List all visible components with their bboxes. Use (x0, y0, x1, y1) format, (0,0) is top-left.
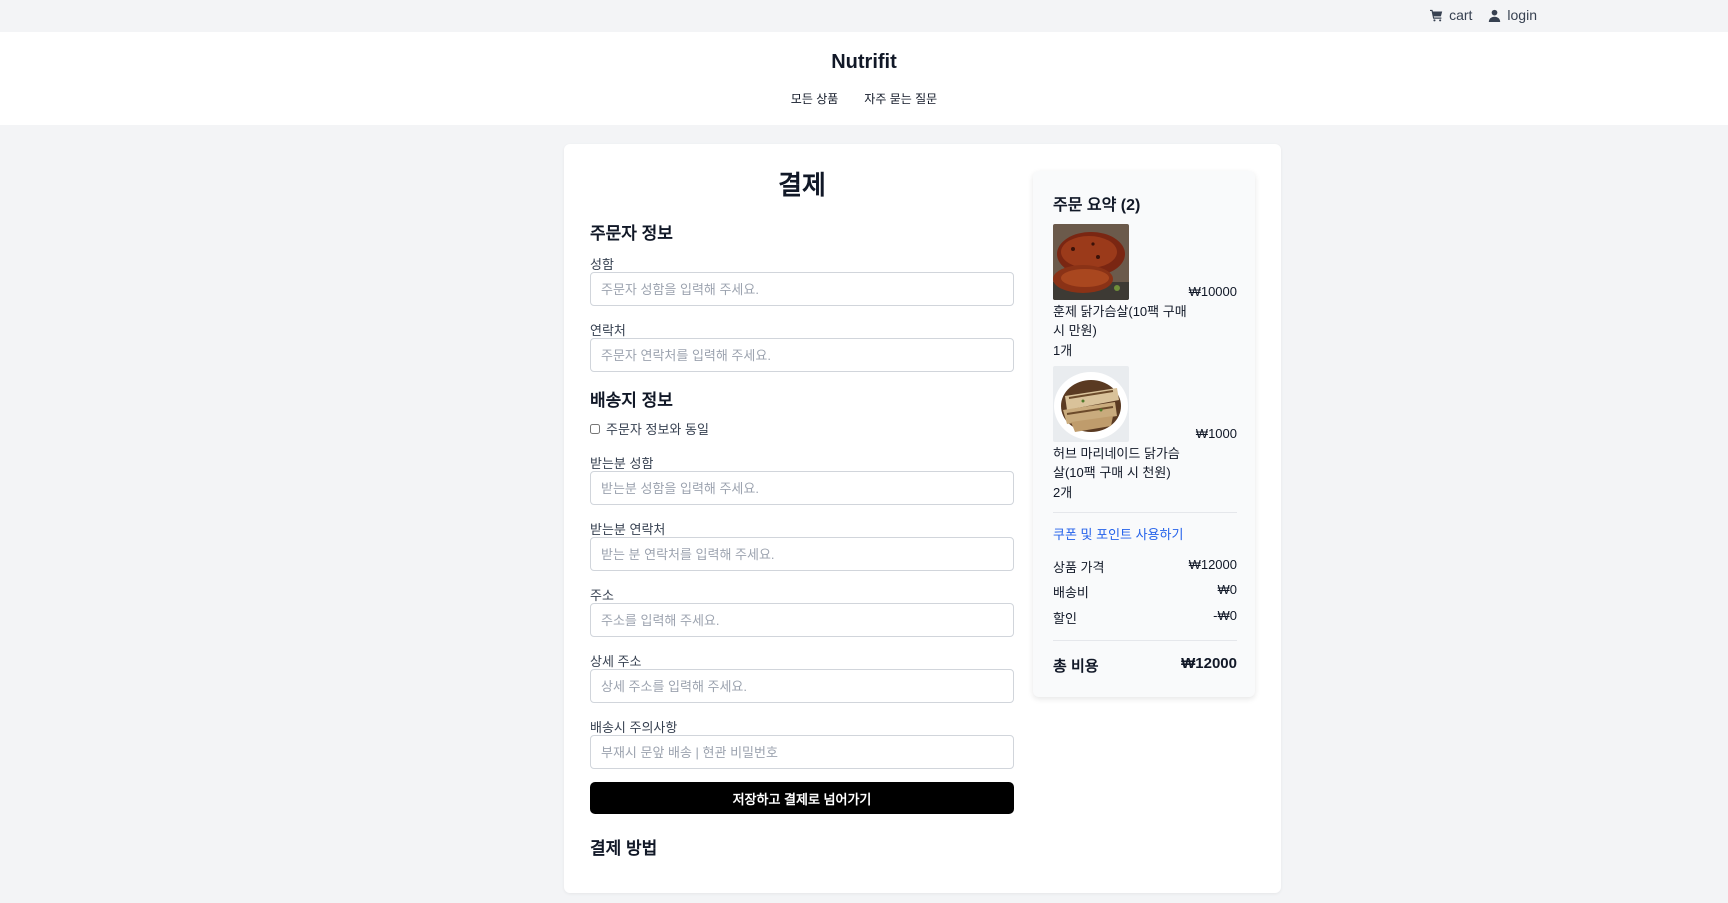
user-icon (1489, 9, 1501, 22)
discount-value: -₩0 (1213, 608, 1237, 623)
product-image-herb-chicken[interactable] (1053, 366, 1129, 442)
login-label: login (1507, 7, 1537, 23)
recipient-phone-input[interactable] (590, 537, 1014, 571)
cart-link[interactable]: cart (1430, 7, 1472, 23)
same-as-orderer-row: 주문자 정보와 동일 (590, 419, 709, 438)
orderer-phone-input[interactable] (590, 338, 1014, 372)
main-nav: 모든 상품 자주 묻는 질문 (0, 90, 1728, 107)
discount-label: 할인 (1053, 611, 1077, 626)
order-summary-title: 주문 요약 (2) (1053, 197, 1141, 214)
summary-divider (1053, 640, 1237, 641)
item-quantity: 1개 (1053, 343, 1073, 358)
cart-label: cart (1449, 7, 1473, 23)
shipping-section-heading: 배송지 정보 (590, 391, 673, 410)
checkout-card: 결제 주문자 정보 성함 연락처 배송지 정보 주문자 정보와 동일 받는분 성… (564, 144, 1281, 893)
login-link[interactable]: login (1488, 7, 1537, 23)
top-utility-bar: cart login (0, 0, 1728, 32)
subtotal-row: 상품 가격 ₩12000 (1053, 557, 1237, 576)
same-as-orderer-label: 주문자 정보와 동일 (606, 422, 709, 437)
payment-method-heading: 결제 방법 (590, 839, 658, 858)
total-row: 총 비용 ₩12000 (1053, 655, 1237, 676)
detail-address-input[interactable] (590, 669, 1014, 703)
item-price: ₩1000 (1195, 426, 1237, 441)
item-quantity: 2개 (1053, 485, 1073, 500)
total-label: 총 비용 (1053, 658, 1099, 675)
item-price: ₩10000 (1188, 284, 1237, 299)
recipient-phone-label: 받는분 연락처 (590, 522, 666, 537)
site-header: Nutrifit 모든 상품 자주 묻는 질문 (0, 32, 1728, 125)
nav-all-products[interactable]: 모든 상품 (791, 90, 839, 107)
discount-row: 할인 -₩0 (1053, 608, 1237, 627)
brand-logo[interactable]: Nutrifit (0, 51, 1728, 74)
phone-label: 연락처 (590, 323, 626, 338)
address-label: 주소 (590, 588, 614, 603)
total-value: ₩12000 (1181, 655, 1237, 672)
top-links: cart login (1430, 7, 1537, 23)
cart-icon (1430, 9, 1443, 21)
order-summary: 주문 요약 (2) ₩10000 훈제 닭가슴살(10팩 구매 시 만원) 1개 (1033, 171, 1255, 697)
page-title: 결제 (778, 170, 826, 200)
shipping-fee-label: 배송비 (1053, 585, 1089, 600)
orderer-name-input[interactable] (590, 272, 1014, 306)
recipient-name-input[interactable] (590, 471, 1014, 505)
same-as-orderer-checkbox[interactable] (590, 423, 600, 434)
orderer-section-heading: 주문자 정보 (590, 224, 673, 243)
nav-faq[interactable]: 자주 묻는 질문 (864, 90, 937, 107)
summary-item: ₩10000 훈제 닭가슴살(10팩 구매 시 만원) 1개 (1053, 224, 1237, 364)
product-image-smoked-chicken[interactable] (1053, 224, 1129, 300)
recipient-name-label: 받는분 성함 (590, 456, 654, 471)
shipping-fee-row: 배송비 ₩0 (1053, 582, 1237, 601)
summary-item: ₩1000 허브 마리네이드 닭가슴살(10팩 구매 시 천원) 2개 (1053, 366, 1237, 506)
save-and-continue-button[interactable]: 저장하고 결제로 넘어가기 (590, 782, 1014, 814)
shipping-fee-value: ₩0 (1217, 582, 1238, 597)
item-name[interactable]: 허브 마리네이드 닭가슴살(10팩 구매 시 천원) (1053, 444, 1188, 482)
detail-address-label: 상세 주소 (590, 654, 642, 669)
coupon-points-link[interactable]: 쿠폰 및 포인트 사용하기 (1053, 524, 1183, 543)
delivery-note-input[interactable] (590, 735, 1014, 769)
subtotal-label: 상품 가격 (1053, 560, 1105, 575)
item-name[interactable]: 훈제 닭가슴살(10팩 구매 시 만원) (1053, 302, 1188, 340)
name-label: 성함 (590, 257, 614, 272)
delivery-note-label: 배송시 주의사항 (590, 720, 678, 735)
summary-divider (1053, 512, 1237, 513)
address-input[interactable] (590, 603, 1014, 637)
subtotal-value: ₩12000 (1188, 557, 1237, 572)
